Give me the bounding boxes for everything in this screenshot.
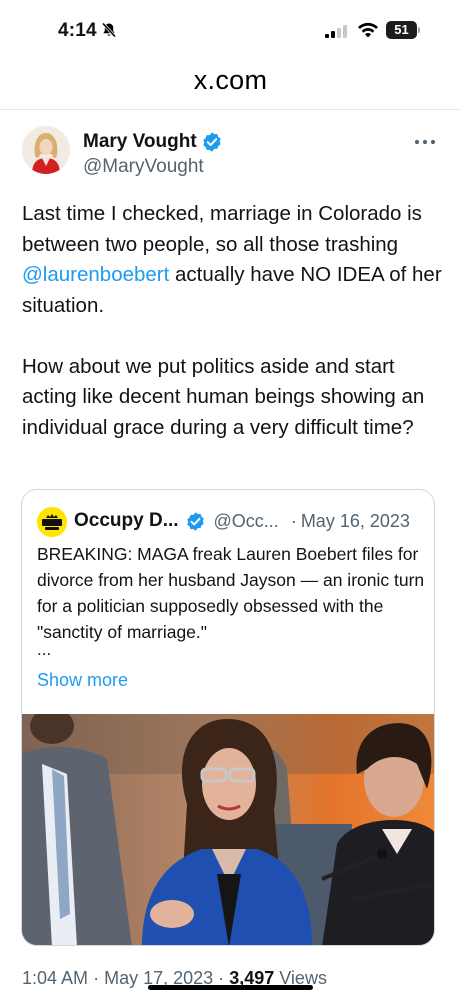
status-bar: 4:14 51 xyxy=(0,0,461,58)
quoted-author-handle[interactable]: @Occ... xyxy=(214,511,279,532)
quoted-author-avatar[interactable] xyxy=(37,507,67,537)
home-indicator[interactable] xyxy=(148,985,313,990)
author-name[interactable]: Mary Vought xyxy=(83,131,197,153)
battery-icon: 51 xyxy=(386,21,420,39)
tweet-metadata: 1:04 AM · May 17, 2023 · 3,497 Views xyxy=(22,968,327,994)
url-text: x.com xyxy=(193,65,268,95)
verified-badge-icon xyxy=(186,511,204,531)
more-icon[interactable] xyxy=(414,138,436,146)
tweet-paragraph-2: How about we put politics aside and star… xyxy=(22,354,425,439)
battery-tip xyxy=(418,27,420,33)
author-avatar-image xyxy=(22,126,70,174)
address-bar[interactable]: x.com xyxy=(0,58,461,110)
author-name-row: Mary Vought xyxy=(83,130,223,154)
quoted-tweet-photo[interactable] xyxy=(22,714,435,946)
quoted-separator: · xyxy=(290,510,297,531)
wifi-icon xyxy=(358,22,378,38)
signal-icon xyxy=(325,25,347,38)
show-more-link[interactable]: Show more xyxy=(37,670,128,691)
quoted-ellipsis: ... xyxy=(37,640,52,659)
quoted-tweet-text: BREAKING: MAGA freak Lauren Boebert file… xyxy=(37,544,425,642)
occupy-democrats-logo xyxy=(37,507,67,537)
status-time: 4:14 xyxy=(58,20,97,41)
mention-link[interactable]: @laurenboebert xyxy=(22,263,169,286)
quoted-tweet-card[interactable]: Occupy D... @Occ... · May 16, 2023 BREAK… xyxy=(21,489,435,946)
bell-off-icon xyxy=(101,22,117,38)
author-handle[interactable]: @MaryVought xyxy=(83,156,204,178)
quoted-author-name[interactable]: Occupy D... xyxy=(74,510,179,532)
tweet-text: Last time I checked, marriage in Colorad… xyxy=(22,199,442,443)
verified-badge-icon xyxy=(203,132,221,152)
tweet-paragraph-1: Last time I checked, marriage in Colorad… xyxy=(22,199,442,321)
author-avatar[interactable] xyxy=(22,126,70,174)
tweet-time: 1:04 AM xyxy=(22,968,89,988)
tweet-text-part-1: Last time I checked, marriage in Colorad… xyxy=(22,202,422,256)
meta-separator: · xyxy=(93,968,100,988)
battery-level: 51 xyxy=(386,21,417,39)
quoted-date[interactable]: May 16, 2023 xyxy=(301,511,410,532)
quoted-header: Occupy D... @Occ... · May 16, 2023 xyxy=(74,509,410,533)
